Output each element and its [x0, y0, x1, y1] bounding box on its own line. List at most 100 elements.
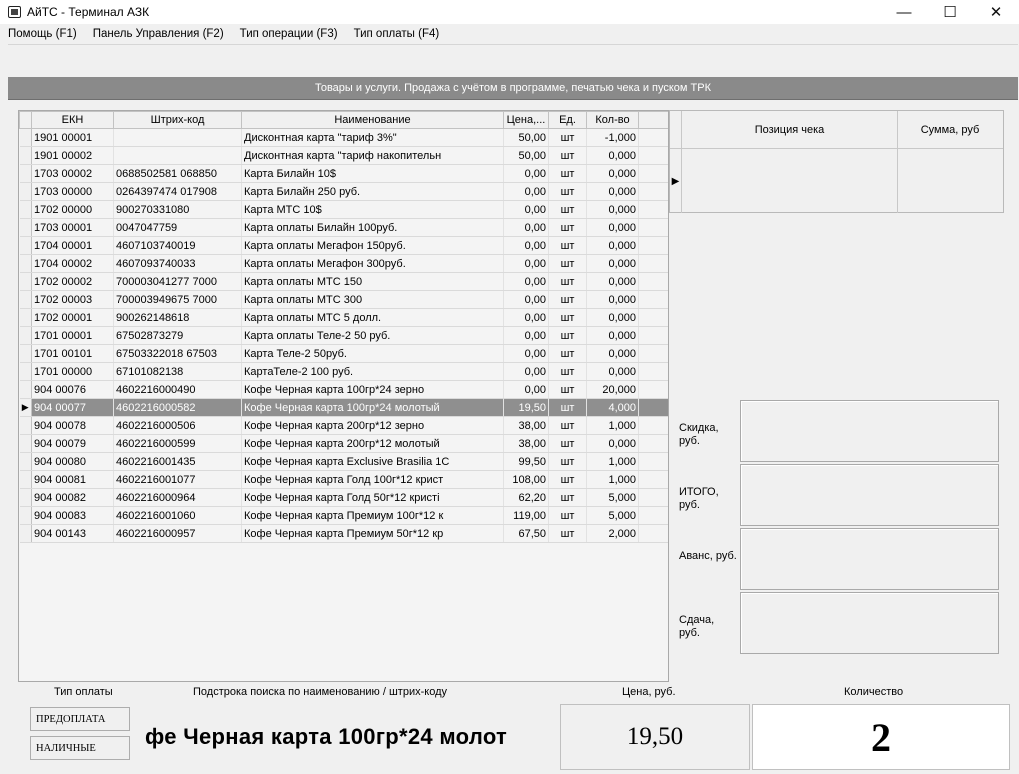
search-text: фе Черная карта 100гр*24 молот — [145, 724, 508, 749]
table-row[interactable]: ▶ 904 00077 4602216000582 Кофе Черная карт… — [19, 398, 668, 417]
cell-filler — [638, 326, 668, 345]
cell-qty: 20,000 — [586, 380, 639, 399]
cell-ekn: 1701 00001 — [31, 326, 114, 345]
row-indicator — [19, 236, 32, 255]
cell-unit: шт — [548, 416, 587, 435]
cell-barcode: 4602216001060 — [113, 506, 242, 525]
cell-barcode: 4607093740033 — [113, 254, 242, 273]
table-row[interactable]: 904 00081 4602216001077 Кофе Черная карта … — [19, 470, 668, 489]
col-qty[interactable]: Кол-во — [586, 111, 639, 129]
cell-price: 108,00 — [503, 470, 549, 489]
quantity-input[interactable]: 2 — [752, 704, 1010, 770]
col-barcode[interactable]: Штрих-код — [113, 111, 242, 129]
table-row[interactable]: 904 00143 4602216000957 Кофе Черная карта … — [19, 524, 668, 543]
cell-price: 50,00 — [503, 128, 549, 147]
table-row[interactable]: 904 00078 4602216000506 Кофе Черная карта … — [19, 416, 668, 435]
table-row[interactable]: 1703 00001 0047047759 Карта оплаты Билайн … — [19, 218, 668, 237]
menu-control-panel[interactable]: Панель Управления (F2) — [85, 28, 232, 40]
cell-barcode: 0264397474 017908 — [113, 182, 242, 201]
cell-price: 67,50 — [503, 524, 549, 543]
cell-ekn: 904 00076 — [31, 380, 114, 399]
cell-filler — [638, 218, 668, 237]
items-grid[interactable]: ЕКН Штрих-код Наименование Цена,... Ед. … — [18, 110, 669, 682]
cell-unit: шт — [548, 236, 587, 255]
col-price[interactable]: Цена,... — [503, 111, 549, 129]
cell-name: Карта Билайн 10$ — [241, 164, 504, 183]
cell-price: 38,00 — [503, 416, 549, 435]
cell-filler — [638, 434, 668, 453]
table-row[interactable]: 1901 00002 Дисконтная карта "тариф накопи… — [19, 146, 668, 165]
cell-name: Кофе Черная карта Голд 50г*12 кристі — [241, 488, 504, 507]
cell-filler — [638, 380, 668, 399]
table-row[interactable]: 904 00080 4602216001435 Кофе Черная карта … — [19, 452, 668, 471]
cell-filler — [638, 164, 668, 183]
maximize-icon[interactable]: ☐ — [927, 0, 973, 24]
cell-price: 0,00 — [503, 236, 549, 255]
cell-ekn: 1701 00101 — [31, 344, 114, 363]
row-indicator — [19, 182, 32, 201]
cell-ekn: 904 00143 — [31, 524, 114, 543]
row-indicator — [19, 308, 32, 327]
cash-button[interactable]: НАЛИЧНЫЕ — [30, 736, 130, 760]
menu-help[interactable]: Помощь (F1) — [0, 28, 85, 40]
col-ekn[interactable]: ЕКН — [31, 111, 114, 129]
table-row[interactable]: 1702 00003 700003949675 7000 Карта оплаты … — [19, 290, 668, 309]
cell-price: 0,00 — [503, 182, 549, 201]
cell-filler — [638, 272, 668, 291]
cell-ekn: 1703 00000 — [31, 182, 114, 201]
table-row[interactable]: 1701 00000 67101082138 КартаТеле-2 100 руб… — [19, 362, 668, 381]
table-row[interactable]: 904 00083 4602216001060 Кофе Черная карта … — [19, 506, 668, 525]
row-indicator — [19, 452, 32, 471]
menu-operation-type[interactable]: Тип операции (F3) — [232, 28, 346, 40]
cell-filler — [638, 182, 668, 201]
price-label: Цена, руб. — [622, 686, 676, 698]
cell-barcode: 700003041277 7000 — [113, 272, 242, 291]
cell-name: Карта МТС 10$ — [241, 200, 504, 219]
table-row[interactable]: 1701 00001 67502873279 Карта оплаты Теле-2… — [19, 326, 668, 345]
table-row[interactable]: 904 00076 4602216000490 Кофе Черная карта … — [19, 380, 668, 399]
row-indicator — [19, 470, 32, 489]
cell-unit: шт — [548, 380, 587, 399]
cell-ekn: 904 00083 — [31, 506, 114, 525]
table-row[interactable]: 1701 00101 67503322018 67503 Карта Теле-2 … — [19, 344, 668, 363]
cell-price: 0,00 — [503, 380, 549, 399]
close-icon[interactable]: ✕ — [973, 0, 1019, 24]
row-indicator — [19, 326, 32, 345]
cell-unit: шт — [548, 128, 587, 147]
cell-price: 0,00 — [503, 218, 549, 237]
row-indicator — [19, 290, 32, 309]
row-indicator — [19, 506, 32, 525]
table-row[interactable]: 1901 00001 Дисконтная карта "тариф 3%" 50,… — [19, 128, 668, 147]
receipt-col-sum: Сумма, руб — [920, 123, 980, 136]
table-row[interactable]: 1704 00002 4607093740033 Карта оплаты Мега… — [19, 254, 668, 273]
cell-filler — [638, 308, 668, 327]
table-row[interactable]: 1703 00002 0688502581 068850 Карта Билайн … — [19, 164, 668, 183]
table-row[interactable]: 904 00082 4602216000964 Кофе Черная карта … — [19, 488, 668, 507]
items-table: ЕКН Штрих-код Наименование Цена,... Ед. … — [19, 111, 668, 543]
col-unit[interactable]: Ед. — [548, 111, 587, 129]
cell-price: 0,00 — [503, 272, 549, 291]
table-row[interactable]: 1704 00001 4607103740019 Карта оплаты Мега… — [19, 236, 668, 255]
table-row[interactable]: 1702 00001 900262148618 Карта оплаты МТС 5… — [19, 308, 668, 327]
receipt-row[interactable]: ▶ — [670, 149, 1003, 213]
minimize-icon[interactable]: — — [881, 0, 927, 24]
cell-name: Дисконтная карта "тариф накопительн — [241, 146, 504, 165]
cell-barcode: 4602216000490 — [113, 380, 242, 399]
table-row[interactable]: 1702 00000 900270331080 Карта МТС 10$ 0,00 ш… — [19, 200, 668, 219]
table-row[interactable]: 1702 00002 700003041277 7000 Карта оплаты … — [19, 272, 668, 291]
menu-payment-type[interactable]: Тип оплаты (F4) — [346, 28, 448, 40]
cell-unit: шт — [548, 398, 587, 417]
cell-barcode: 4602216001435 — [113, 452, 242, 471]
col-name[interactable]: Наименование — [241, 111, 504, 129]
cell-filler — [638, 524, 668, 543]
table-row[interactable]: 1703 00000 0264397474 017908 Карта Билайн … — [19, 182, 668, 201]
prepay-button[interactable]: ПРЕДОПЛАТА — [30, 707, 130, 731]
row-indicator — [19, 218, 32, 237]
cell-qty: 1,000 — [586, 452, 639, 471]
cell-ekn: 1704 00002 — [31, 254, 114, 273]
search-input[interactable]: фе Черная карта 100гр*24 молот — [133, 704, 558, 770]
discount-row: Скидка, руб. — [674, 400, 1004, 462]
cell-name: Карта оплаты Мегафон 300руб. — [241, 254, 504, 273]
table-row[interactable]: 904 00079 4602216000599 Кофе Черная карта … — [19, 434, 668, 453]
menu-bar: Помощь (F1) Панель Управления (F2) Тип о… — [0, 24, 1019, 44]
